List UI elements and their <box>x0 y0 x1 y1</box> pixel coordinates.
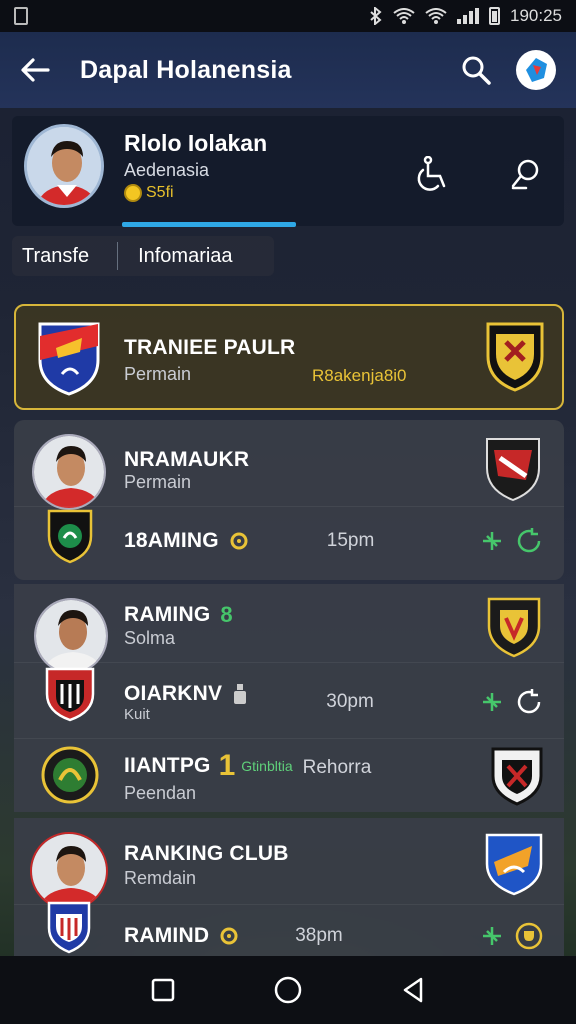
battery-icon <box>489 7 500 25</box>
row-title: OIARKNV <box>124 681 223 705</box>
row-time: 38pm <box>295 925 343 946</box>
row-subtitle: Remdain <box>124 868 197 888</box>
status-time: 190:25 <box>510 6 562 25</box>
sub-row: 18AMING 15pm <box>14 516 564 566</box>
row-divider <box>14 904 564 905</box>
refresh-icon[interactable] <box>514 687 544 717</box>
row-title: RANKING CLUB <box>124 842 289 865</box>
rank-badge: 1 <box>218 748 236 782</box>
page-title: Dapal Holanensia <box>80 55 292 84</box>
avatar <box>32 434 106 510</box>
row-subtitle: Permain <box>124 472 192 492</box>
transfer-arrows-icon[interactable] <box>480 529 504 553</box>
profile-header: Rlolo Iolakan Aedenasia S5fi <box>12 116 564 226</box>
triangle-back-icon <box>404 977 423 1003</box>
tab-transfer[interactable]: Transfe <box>12 236 99 276</box>
avatar <box>30 832 108 910</box>
coin-icon <box>124 184 142 202</box>
tab-indicator-track <box>12 222 564 230</box>
tab-bar: Transfe Infomariaa <box>12 236 274 276</box>
tab-divider <box>117 242 119 270</box>
row-title: RAMING <box>124 603 211 626</box>
bottle-icon <box>234 683 247 704</box>
gear-icon <box>220 927 238 945</box>
app-bar: Dapal Holanensia <box>0 32 576 108</box>
row-title: NRAMAUKR <box>124 448 250 471</box>
row-subtitle: Solma <box>124 628 176 648</box>
tab-information[interactable]: Infomariaa <box>128 236 243 276</box>
recents-button[interactable] <box>139 966 187 1014</box>
row-title: 18AMING <box>124 529 219 552</box>
list-item[interactable]: TRANIEE PAULR Permain R8akenja8i0 <box>14 304 564 410</box>
rank-badge: 8 <box>220 602 233 627</box>
row-subtitle: Permain <box>124 364 192 384</box>
list-item[interactable]: RANKING CLUB Remdain RAMIND 38pm <box>14 818 564 968</box>
gear-icon <box>230 532 248 550</box>
player-name: Rlolo Iolakan <box>124 130 268 156</box>
wifi-icon-2 <box>425 8 447 24</box>
club-crest-icon <box>486 596 542 658</box>
notification-icon <box>14 7 28 25</box>
refresh-icon[interactable] <box>514 526 544 556</box>
player-country: Aedenasia <box>124 160 210 180</box>
wheelchair-icon[interactable] <box>416 156 450 192</box>
signal-icon <box>457 8 479 24</box>
list-item[interactable]: NRAMAUKR Permain 18AMING 15pm <box>14 420 564 580</box>
home-button[interactable] <box>264 966 312 1014</box>
wifi-icon <box>393 8 415 24</box>
status-bar: 190:25 <box>0 0 576 32</box>
sub-row: OIARKNV Kuit 30pm <box>14 670 564 734</box>
row-extra: R8akenja8i0 <box>312 366 407 385</box>
bluetooth-icon <box>370 7 382 25</box>
row-title: RAMIND <box>124 924 210 947</box>
transfer-arrows-icon[interactable] <box>480 924 504 948</box>
row-divider <box>14 662 564 663</box>
row-subtitle: Kuit <box>124 705 150 723</box>
tab-transfer-label: Transfe <box>22 244 90 267</box>
row-header: RAMING 8 <box>124 602 233 628</box>
app-logo-icon[interactable] <box>516 50 556 90</box>
coin-value: S5fi <box>146 184 174 201</box>
circle-icon <box>274 976 302 1004</box>
back-arrow-icon[interactable] <box>20 57 50 83</box>
row-title: TRANIEE PAULR <box>124 336 296 359</box>
back-button[interactable] <box>389 966 437 1014</box>
avatar[interactable] <box>24 124 104 208</box>
tab-indicator <box>122 222 296 227</box>
row-divider <box>14 506 564 507</box>
club-crest-icon <box>484 320 546 392</box>
whistle-icon[interactable] <box>510 158 542 192</box>
row-subtitle: Peendan <box>124 782 197 803</box>
club-crest-icon <box>36 320 102 396</box>
coin-balance: S5fi <box>124 184 174 202</box>
sub-row: IIANTPG 1 Gtinbltia Peendan Rehorra <box>14 746 564 806</box>
row-title: IIANTPG <box>124 753 211 777</box>
row-time: Rehorra <box>302 757 372 778</box>
transfer-arrows-icon[interactable] <box>480 690 504 714</box>
club-crest-icon <box>490 746 544 806</box>
list-item[interactable]: RAMING 8 Solma OIARKNV Kuit 30pm IIANTPG… <box>14 584 564 812</box>
sub-row: RAMIND 38pm <box>14 914 564 958</box>
row-time: 30pm <box>326 691 374 712</box>
club-crest-icon <box>484 436 542 502</box>
search-icon[interactable] <box>460 54 492 86</box>
status-label: Gtinbltia <box>241 757 293 774</box>
club-crest-icon <box>484 832 544 896</box>
system-nav-bar <box>0 956 576 1024</box>
row-time: 15pm <box>326 530 375 551</box>
row-divider <box>14 738 564 739</box>
tab-information-label: Infomariaa <box>138 244 233 267</box>
trophy-icon[interactable] <box>514 921 544 951</box>
square-icon <box>151 978 174 1002</box>
